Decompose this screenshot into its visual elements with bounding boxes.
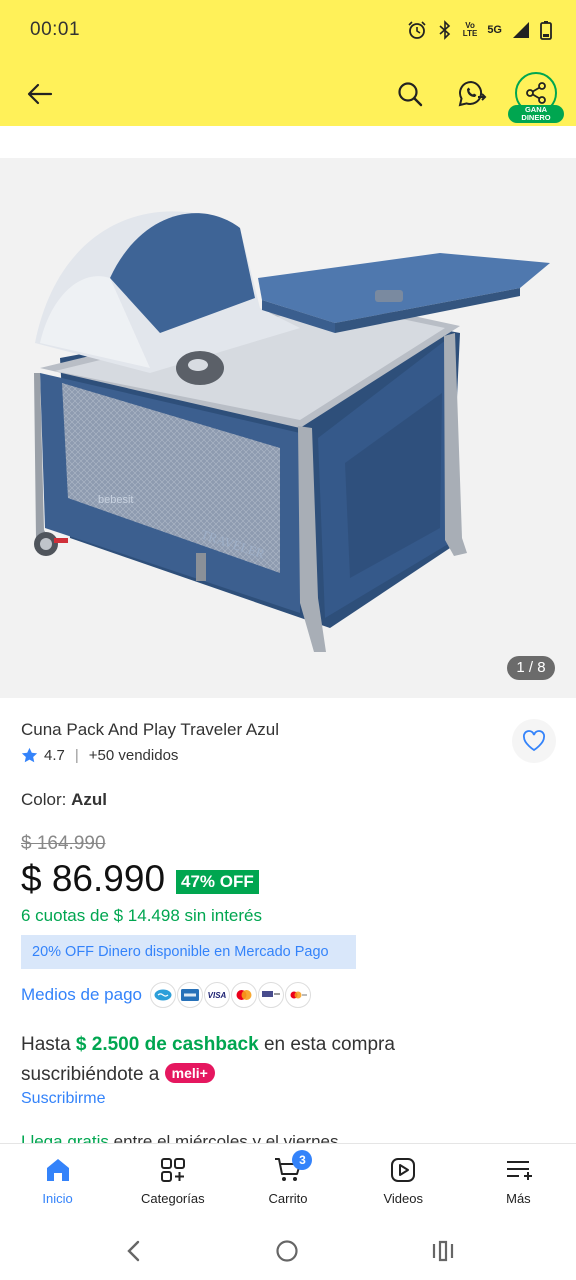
app-bar: GANA DINERO [0, 60, 576, 126]
color-label: Color: [21, 790, 67, 809]
back-button[interactable] [20, 74, 60, 114]
original-price: $ 164.990 [21, 833, 106, 854]
cashback-line2: suscribiéndote a [21, 1064, 165, 1085]
video-icon [391, 1158, 416, 1182]
whatsapp-icon [458, 80, 487, 107]
cashback-amount: $ 2.500 de cashback [75, 1034, 259, 1055]
promo-banner: 20% OFF Dinero disponible en Mercado Pag… [21, 935, 356, 969]
nav-item-carrito[interactable]: 3 Carrito [230, 1144, 345, 1220]
system-navigation-bar [0, 1220, 576, 1280]
status-time: 00:01 [30, 19, 81, 40]
home-icon [46, 1159, 69, 1181]
amex-icon [176, 982, 203, 1008]
image-counter: 1 / 8 [507, 656, 555, 680]
search-button[interactable] [390, 74, 430, 114]
rating-separator: | [74, 747, 79, 764]
system-recents-icon [432, 1240, 454, 1262]
rating-value: 4.7 [44, 747, 65, 764]
favorite-button[interactable] [512, 719, 556, 763]
nav-label-videos: Videos [383, 1191, 423, 1206]
share-icon [526, 82, 546, 104]
signal-icon [512, 18, 530, 42]
whatsapp-share-button[interactable] [452, 74, 492, 114]
product-image: bebesit TRAVELER [34, 211, 550, 652]
payment-methods-link[interactable]: Medios de pago [21, 985, 142, 1005]
sold-count: +50 vendidos [88, 747, 179, 764]
nav-item-inicio[interactable]: Inicio [0, 1144, 115, 1220]
alarm-icon [407, 18, 427, 42]
cashback-suffix: en esta compra [258, 1034, 395, 1055]
nav-item-videos[interactable]: Videos [346, 1144, 461, 1220]
color-variant[interactable]: Color: Azul [21, 790, 107, 810]
battery-icon [540, 18, 552, 42]
cashback-prefix: Hasta [21, 1034, 76, 1055]
nav-label-carrito: Carrito [268, 1191, 308, 1206]
share-earn-button[interactable]: GANA DINERO [508, 70, 564, 126]
status-icons: Vo LTE 5G [407, 18, 552, 42]
product-title: Cuna Pack And Play Traveler Azul [21, 720, 279, 739]
visa-debit-icon [257, 982, 284, 1008]
meli-plus-badge: meli+ [164, 1063, 215, 1083]
product-image-gallery[interactable]: bebesit TRAVELER [0, 158, 576, 698]
mercado-pago-icon [149, 982, 176, 1008]
subscribe-link[interactable]: Suscribirme [21, 1090, 105, 1108]
system-back-icon [127, 1240, 140, 1262]
share-badge: GANA DINERO [508, 105, 564, 123]
maestro-icon [284, 982, 311, 1008]
system-recents-button[interactable] [428, 1236, 458, 1266]
search-icon [398, 82, 423, 107]
network-type: 5G [487, 24, 502, 36]
payment-methods[interactable]: Medios de pago VISA [21, 982, 312, 1008]
system-home-icon [276, 1240, 298, 1262]
system-home-button[interactable] [272, 1236, 302, 1266]
cashback-info: Hasta $ 2.500 de cashback en esta compra… [21, 1030, 541, 1090]
nav-item-categorias[interactable]: Categorías [115, 1144, 230, 1220]
volte-icon: Vo LTE [462, 21, 478, 38]
back-arrow-icon [27, 83, 53, 105]
bluetooth-icon [437, 18, 453, 42]
heart-icon [523, 730, 545, 752]
discount-badge: 47% OFF [176, 870, 259, 894]
nav-label-inicio: Inicio [42, 1191, 73, 1206]
bottom-navigation: Inicio Categorías 3 Carrito Videos Más [0, 1143, 576, 1220]
share-badge-line2: DINERO [521, 113, 551, 122]
installments-text: 6 cuotas de $ 14.498 sin interés [21, 906, 262, 925]
crib-brand-text: bebesit [98, 494, 133, 506]
visa-icon: VISA [203, 982, 230, 1008]
color-value: Azul [71, 790, 107, 809]
categories-icon [160, 1158, 185, 1182]
star-icon [21, 747, 38, 763]
more-icon [507, 1161, 533, 1180]
status-bar: 00:01 Vo LTE 5G [0, 0, 576, 60]
rating-row[interactable]: 4.7 | +50 vendidos [21, 747, 178, 764]
current-price: $ 86.990 [21, 858, 166, 899]
system-back-button[interactable] [118, 1236, 148, 1266]
cart-count-badge: 3 [292, 1150, 313, 1170]
nav-label-mas: Más [506, 1191, 531, 1206]
nav-item-mas[interactable]: Más [461, 1144, 576, 1220]
mastercard-icon [230, 982, 257, 1008]
nav-label-categorias: Categorías [141, 1191, 205, 1206]
